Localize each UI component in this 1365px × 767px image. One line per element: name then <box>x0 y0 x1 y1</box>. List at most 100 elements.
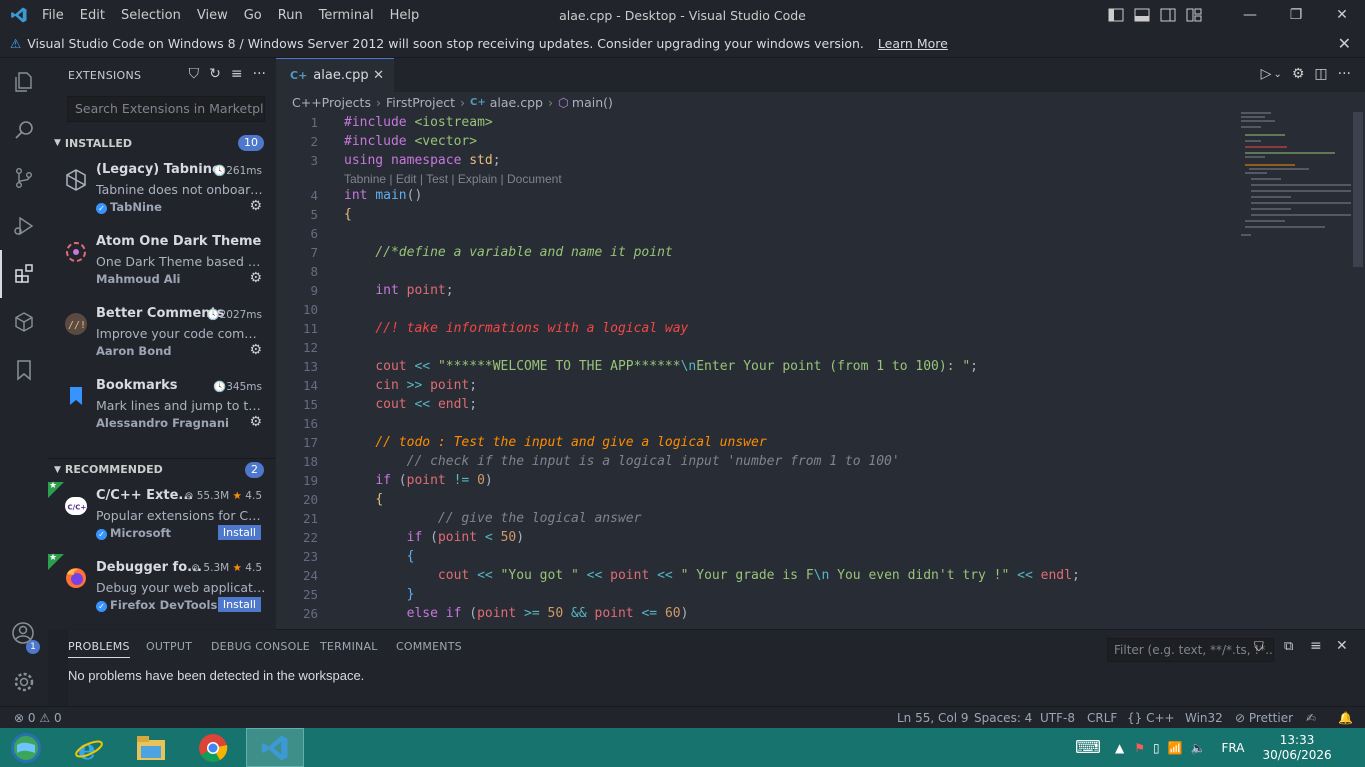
internet-explorer-icon[interactable]: e <box>60 728 118 767</box>
action-center-flag-icon[interactable]: ⚑ <box>1134 741 1145 755</box>
touch-keyboard-icon[interactable]: ⌨ <box>1075 737 1101 758</box>
extension-item-firefox-debugger[interactable]: ★ Debugger fo... ⊚ 5.3M ★ 4.5 Debug your… <box>48 553 276 626</box>
extensions-search-input[interactable]: Search Extensions in Marketpl... <box>67 96 265 122</box>
extension-item-cpp[interactable]: ★ C/C++ C/C++ Exte... ⊚ 55.3M ★ 4.5 Popu… <box>48 481 276 554</box>
breadcrumb-item[interactable]: FirstProject <box>386 95 455 110</box>
filter-icon[interactable]: ⛉ <box>189 66 200 82</box>
extension-publisher: TabNine <box>110 200 162 214</box>
manage-extension-gear-icon[interactable]: ⚙ <box>249 198 262 214</box>
explorer-icon[interactable] <box>0 58 48 106</box>
restore-icon[interactable]: ❐ <box>1273 0 1319 30</box>
scrollbar-thumb[interactable] <box>1353 112 1363 267</box>
search-icon[interactable] <box>0 106 48 154</box>
tabnine-codelens[interactable]: Tabnine | Edit | Test | Explain | Docume… <box>344 172 562 186</box>
indentation[interactable]: Spaces: 4 <box>974 711 1032 725</box>
extension-item-better-comments[interactable]: //! Better Comments 🕓2027ms Improve your… <box>48 300 276 372</box>
show-hidden-icons-icon[interactable]: ▲ <box>1115 741 1124 755</box>
manage-gear-icon[interactable] <box>0 658 48 706</box>
recommended-section-header[interactable]: ▼ RECOMMENDED 2 <box>48 458 276 480</box>
accounts-badge: 1 <box>26 640 40 654</box>
clock[interactable]: 13:33 30/06/2026 <box>1262 733 1331 763</box>
breadcrumb-item[interactable]: alae.cpp <box>490 95 543 110</box>
start-button-icon[interactable] <box>0 728 52 767</box>
menu-run[interactable]: Run <box>270 8 311 23</box>
tab-terminal[interactable]: TERMINAL <box>320 640 378 653</box>
menu-file[interactable]: File <box>34 8 72 23</box>
learn-more-link[interactable]: Learn More <box>878 36 948 51</box>
tab-debug-console[interactable]: DEBUG CONSOLE <box>211 640 310 653</box>
manage-extension-gear-icon[interactable]: ⚙ <box>249 342 262 358</box>
problems-filter-input[interactable]: Filter (e.g. text, **/*.ts, !*... <box>1107 638 1274 662</box>
feedback-icon[interactable]: ✍ <box>1306 711 1316 725</box>
platform[interactable]: Win32 <box>1185 711 1223 725</box>
install-button[interactable]: Install <box>217 597 261 612</box>
clear-list-icon[interactable]: ≡ <box>231 66 243 82</box>
extension-item-atom-one-dark[interactable]: Atom One Dark Theme One Dark Theme based… <box>48 228 276 300</box>
chrome-icon[interactable] <box>184 728 242 767</box>
remote-explorer-icon[interactable] <box>0 298 48 346</box>
menu-go[interactable]: Go <box>236 8 270 23</box>
extension-item-bookmarks[interactable]: Bookmarks 🕓345ms Mark lines and jump to … <box>48 372 276 444</box>
more-actions-icon[interactable]: ··· <box>1338 66 1351 82</box>
menu-view[interactable]: View <box>189 8 236 23</box>
tab-output[interactable]: OUTPUT <box>146 640 192 653</box>
vscode-taskbar-icon[interactable] <box>246 728 304 767</box>
volume-icon[interactable]: 🔈 <box>1191 741 1206 755</box>
split-editor-icon[interactable]: ◫ <box>1314 66 1327 82</box>
minimize-icon[interactable]: — <box>1227 0 1273 30</box>
manage-extension-gear-icon[interactable]: ⚙ <box>249 270 262 286</box>
tab-comments[interactable]: COMMENTS <box>396 640 462 653</box>
accounts-icon[interactable]: 1 <box>0 610 48 658</box>
notifications-bell-icon[interactable]: 🔔 <box>1338 711 1353 725</box>
tab-alae-cpp[interactable]: C+ alae.cpp ✕ <box>276 58 394 92</box>
customize-layout-icon[interactable] <box>1181 0 1207 30</box>
run-debug-icon[interactable] <box>0 202 48 250</box>
file-explorer-icon[interactable] <box>122 728 180 767</box>
collapse-all-icon[interactable]: ⧉ <box>1284 639 1293 654</box>
extension-item-tabnine[interactable]: (Legacy) Tabnine 🕓261ms Tabnine does not… <box>48 156 276 228</box>
cursor-position[interactable]: Ln 55, Col 9 <box>897 711 969 725</box>
bookmarks-icon[interactable] <box>0 346 48 394</box>
end-of-line[interactable]: CRLF <box>1087 711 1117 725</box>
line-number: 6 <box>310 226 318 241</box>
language-mode[interactable]: {} C++ <box>1127 711 1175 725</box>
breadcrumb-item[interactable]: main() <box>572 95 613 110</box>
source-control-icon[interactable] <box>0 154 48 202</box>
vertical-scrollbar[interactable] <box>1351 112 1365 629</box>
install-button[interactable]: Install <box>217 525 261 540</box>
menu-edit[interactable]: Edit <box>72 8 113 23</box>
refresh-icon[interactable]: ↻ <box>209 66 221 82</box>
encoding[interactable]: UTF-8 <box>1040 711 1075 725</box>
filter-icon[interactable]: ⛉ <box>1254 640 1264 655</box>
installed-section-header[interactable]: ▼ INSTALLED 10 <box>48 132 276 154</box>
close-panel-icon[interactable]: ✕ <box>1336 638 1348 654</box>
view-as-tree-icon[interactable]: ≡ <box>1310 638 1322 654</box>
battery-icon[interactable]: ▯ <box>1153 741 1160 755</box>
more-actions-icon[interactable]: ··· <box>253 66 266 82</box>
bottom-panel: PROBLEMS OUTPUT DEBUG CONSOLE TERMINAL C… <box>68 629 1365 707</box>
manage-extension-gear-icon[interactable]: ⚙ <box>249 414 262 430</box>
problems-status[interactable]: ⊗ 0 ⚠ 0 <box>14 711 62 725</box>
code-editor[interactable]: 1 2 3 4 5 6 7 8 9 10 11 12 13 14 15 16 1… <box>276 112 1365 629</box>
menu-help[interactable]: Help <box>382 8 428 23</box>
chevron-down-icon[interactable]: ⌄ <box>1273 69 1281 82</box>
toggle-primary-sidebar-icon[interactable] <box>1103 0 1129 30</box>
toggle-panel-icon[interactable] <box>1129 0 1155 30</box>
bookmark-logo-icon <box>64 384 88 408</box>
menu-terminal[interactable]: Terminal <box>311 8 382 23</box>
input-language[interactable]: FRA <box>1222 741 1245 755</box>
breadcrumb-item[interactable]: C++Projects <box>292 95 371 110</box>
toggle-secondary-sidebar-icon[interactable] <box>1155 0 1181 30</box>
tab-problems[interactable]: PROBLEMS <box>68 640 130 658</box>
run-code-icon[interactable]: ▷ <box>1261 66 1272 82</box>
close-tab-icon[interactable]: ✕ <box>373 68 384 83</box>
extensions-icon[interactable] <box>0 250 48 298</box>
minimap[interactable] <box>1241 112 1351 242</box>
code-line: #include <iostream> <box>344 115 493 130</box>
close-banner-icon[interactable]: ✕ <box>1338 34 1351 53</box>
prettier-status[interactable]: ⊘ Prettier <box>1235 711 1293 725</box>
network-signal-icon[interactable]: 📶 <box>1168 741 1183 755</box>
settings-gear-icon[interactable]: ⚙ <box>1292 66 1305 82</box>
close-window-icon[interactable]: ✕ <box>1319 0 1365 30</box>
menu-selection[interactable]: Selection <box>113 8 189 23</box>
